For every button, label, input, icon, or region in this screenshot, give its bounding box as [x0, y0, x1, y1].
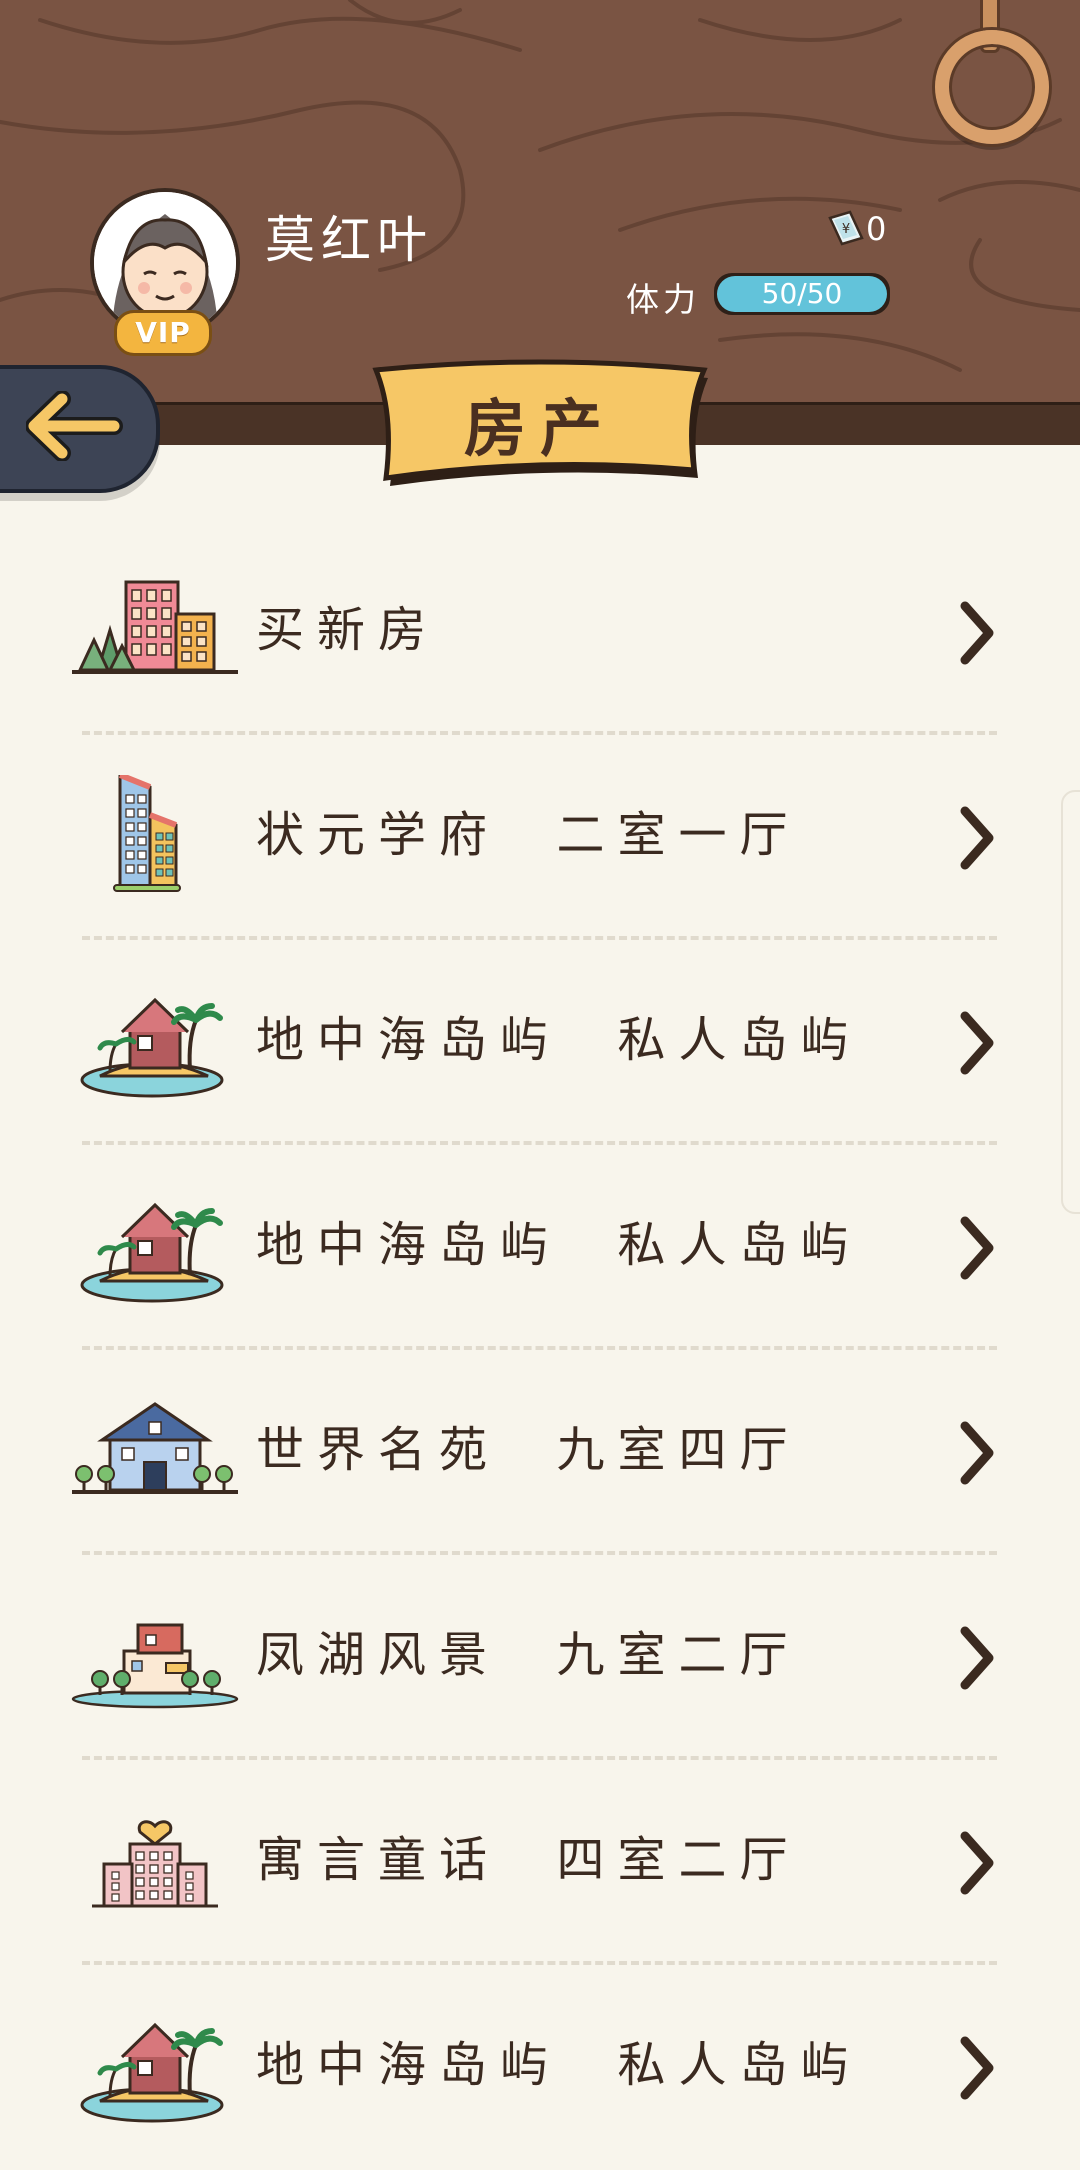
property-row[interactable]: 世界名苑 九室四厅: [0, 1350, 1080, 1555]
back-button[interactable]: [0, 365, 160, 493]
villa-icon: [70, 1390, 240, 1510]
chevron-right-icon: [960, 1626, 994, 1690]
property-row[interactable]: 寓言童话 四室二厅: [0, 1760, 1080, 1965]
property-row[interactable]: 凤湖风景 九室二厅: [0, 1555, 1080, 1760]
row-chevron: [955, 1418, 999, 1492]
stamina-bar: 50/50: [714, 273, 890, 315]
vip-badge: VIP: [114, 310, 212, 356]
row-chevron: [955, 1623, 999, 1697]
row-chevron: [955, 598, 999, 672]
property-row[interactable]: 地中海岛屿 私人岛屿: [0, 1145, 1080, 1350]
property-label: 买新房: [256, 602, 440, 658]
chevron-right-icon: [960, 1421, 994, 1485]
property-label: 凤湖风景 九室二厅: [256, 1627, 801, 1683]
buy-new-house-row[interactable]: 买新房: [0, 530, 1080, 735]
stamina-label: 体力: [626, 280, 700, 319]
property-label: 世界名苑 九室四厅: [256, 1422, 801, 1478]
property-label: 地中海岛屿 私人岛屿: [256, 1217, 862, 1273]
pull-ring-icon[interactable]: [935, 30, 1049, 144]
property-label: 地中海岛屿 私人岛屿: [256, 2037, 862, 2093]
island-house-icon: [70, 980, 240, 1100]
page-title: 房产: [463, 392, 616, 465]
chevron-right-icon: [960, 1011, 994, 1075]
row-chevron: [955, 803, 999, 877]
row-chevron: [955, 2033, 999, 2107]
chevron-right-icon: [960, 1216, 994, 1280]
heart-tower-icon: [70, 1800, 240, 1920]
chevron-right-icon: [960, 806, 994, 870]
stamina-value: 50/50: [761, 277, 843, 310]
lakeside-villa-icon: [70, 1595, 240, 1715]
chevron-right-icon: [960, 601, 994, 665]
property-label: 地中海岛屿 私人岛屿: [256, 1012, 862, 1068]
chevron-right-icon: [960, 1831, 994, 1895]
player-name: 莫红叶: [265, 211, 433, 269]
row-chevron: [955, 1828, 999, 1902]
city-buildings-icon: [70, 570, 240, 690]
svg-text:¥: ¥: [842, 222, 850, 237]
back-arrow-icon: [26, 391, 123, 461]
money-value: 0: [866, 210, 887, 248]
apartment-tower-icon: [70, 772, 240, 895]
property-row[interactable]: 地中海岛屿 私人岛屿: [0, 940, 1080, 1145]
scroll-indicator: [1061, 790, 1080, 1214]
row-chevron: [955, 1008, 999, 1082]
row-chevron: [955, 1213, 999, 1287]
chevron-right-icon: [960, 2036, 994, 2100]
banknote-icon: ¥: [828, 210, 864, 246]
property-row[interactable]: 地中海岛屿 私人岛屿: [0, 1965, 1080, 2170]
property-row[interactable]: 状元学府 二室一厅: [0, 735, 1080, 940]
property-label: 寓言童话 四室二厅: [256, 1832, 801, 1888]
island-house-icon: [70, 1185, 240, 1305]
property-label: 状元学府 二室一厅: [256, 807, 801, 863]
island-house-icon: [70, 2005, 240, 2125]
